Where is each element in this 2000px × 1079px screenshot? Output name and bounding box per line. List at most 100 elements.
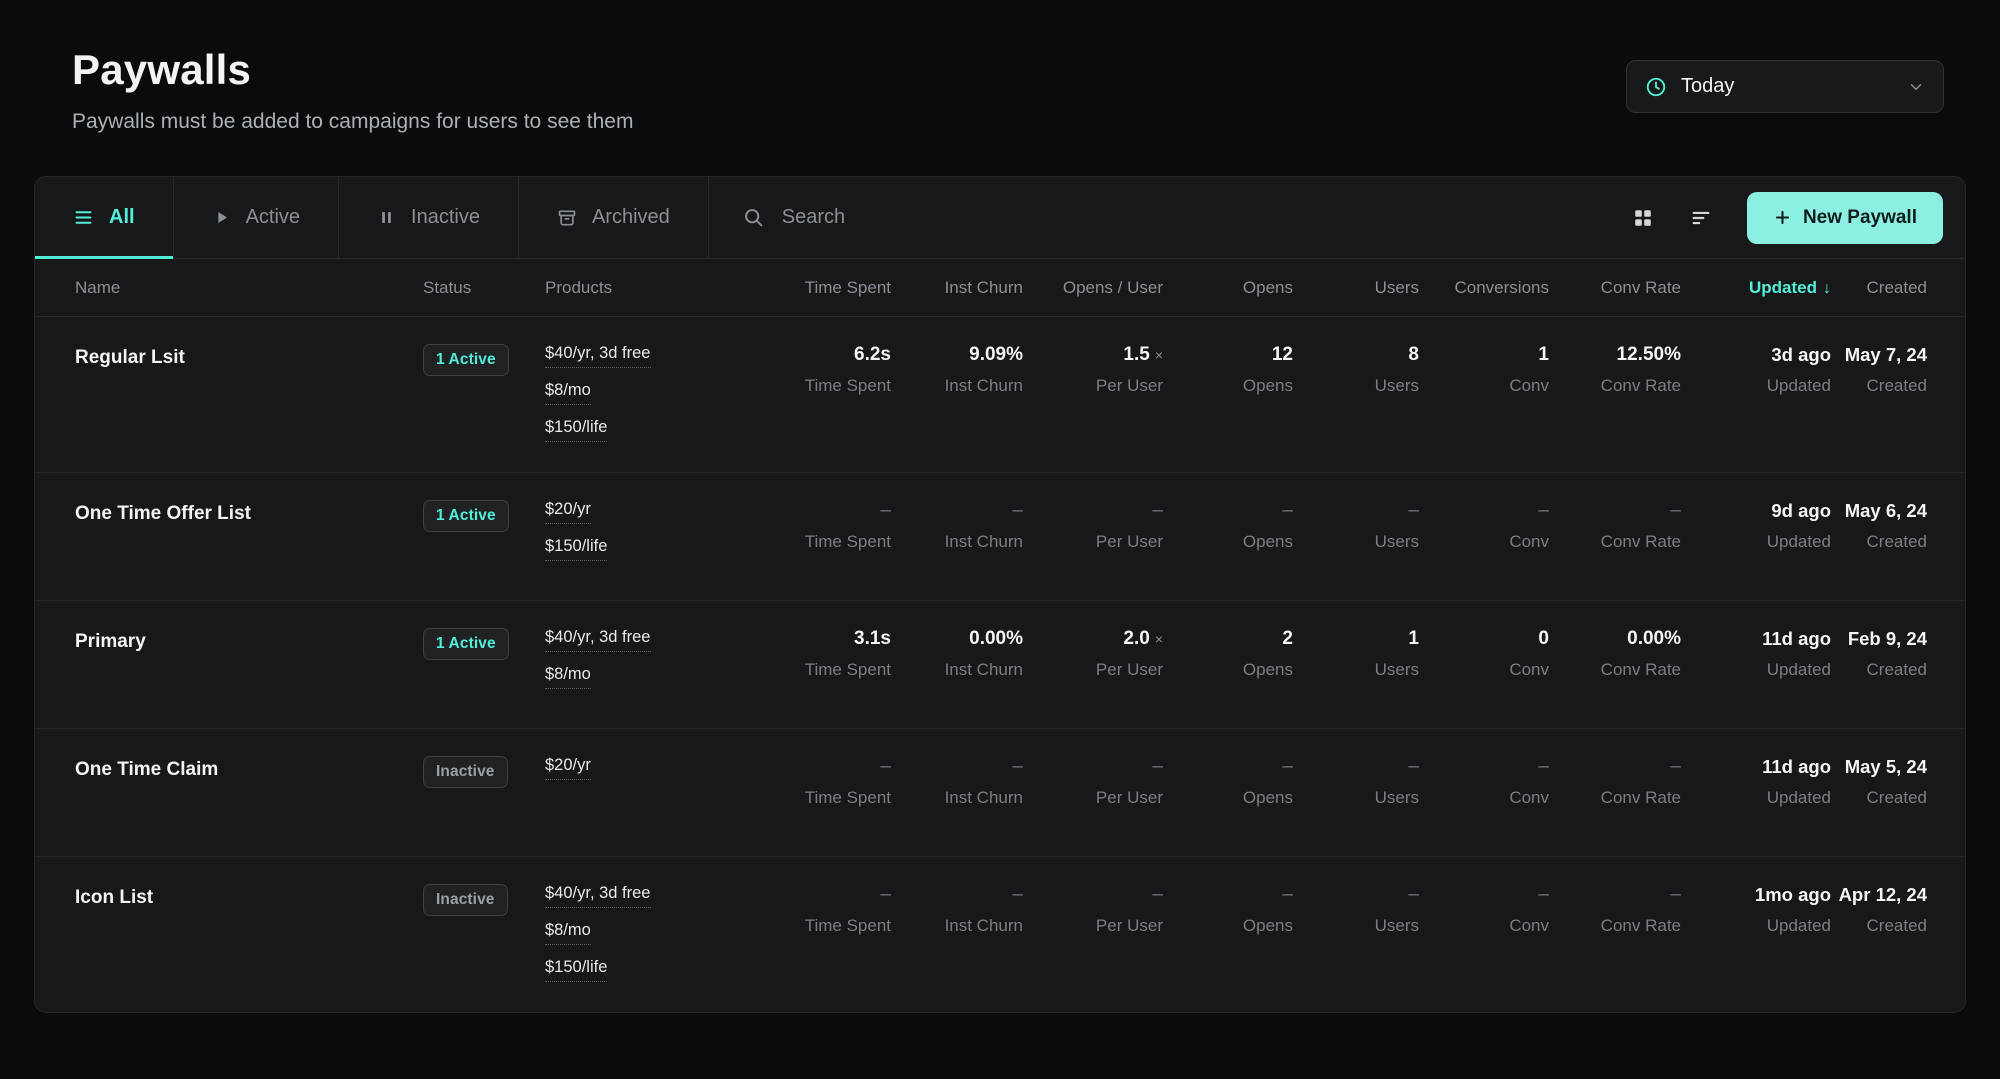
column-header-inst-churn[interactable]: Inst Churn xyxy=(891,278,1023,298)
archive-icon xyxy=(557,208,577,228)
metric-conv: 1Conv xyxy=(1419,344,1549,396)
updated-cell: 1mo agoUpdated xyxy=(1681,884,1831,936)
metric-value: – xyxy=(1549,500,1681,522)
metric-per-user: –Per User xyxy=(1023,756,1163,808)
column-header-created[interactable]: Created xyxy=(1831,278,1927,298)
tab-archived[interactable]: Archived xyxy=(519,177,709,258)
metric-label: Per User xyxy=(1023,376,1163,396)
product-item[interactable]: $40/yr, 3d free xyxy=(545,628,651,652)
column-header-name[interactable]: Name xyxy=(75,278,423,298)
product-item[interactable]: $8/mo xyxy=(545,921,591,945)
search-input[interactable] xyxy=(780,205,1587,230)
clock-icon xyxy=(1645,76,1667,98)
created-value: May 7, 24 xyxy=(1831,344,1927,366)
metric-label: Per User xyxy=(1023,916,1163,936)
metric-value: 6.2s xyxy=(741,344,891,366)
tab-active[interactable]: Active xyxy=(174,177,339,258)
product-item[interactable]: $20/yr xyxy=(545,756,591,780)
new-paywall-label: New Paywall xyxy=(1803,207,1917,229)
grid-view-button[interactable] xyxy=(1621,196,1665,240)
tab-all[interactable]: All xyxy=(35,177,174,258)
search-icon xyxy=(743,207,764,228)
sort-descending-icon: ↓ xyxy=(1823,280,1831,297)
metric-value: 0.00% xyxy=(1549,628,1681,650)
metric-value: – xyxy=(1549,756,1681,778)
metric-value: – xyxy=(891,884,1023,906)
products-cell: $40/yr, 3d free $8/mo $150/life xyxy=(545,344,741,442)
metric-value: 12 xyxy=(1163,344,1293,366)
column-header-opens[interactable]: Opens xyxy=(1163,278,1293,298)
created-label: Created xyxy=(1831,660,1927,680)
new-paywall-button[interactable]: New Paywall xyxy=(1747,192,1943,244)
column-header-time-spent[interactable]: Time Spent xyxy=(741,278,891,298)
plus-icon xyxy=(1773,208,1792,227)
metric-label: Conv Rate xyxy=(1549,532,1681,552)
metric-users: –Users xyxy=(1293,884,1419,936)
metric-conv: –Conv xyxy=(1419,756,1549,808)
column-header-status[interactable]: Status xyxy=(423,278,545,298)
page-heading: Paywalls Paywalls must be added to campa… xyxy=(72,46,633,134)
column-header-products[interactable]: Products xyxy=(545,278,741,298)
column-header-opens-user[interactable]: Opens / User xyxy=(1023,278,1163,298)
updated-label: Updated xyxy=(1681,376,1831,396)
updated-value: 11d ago xyxy=(1681,628,1831,650)
status-badge: Inactive xyxy=(423,884,508,916)
metric-time-spent: 3.1sTime Spent xyxy=(741,628,891,680)
status-cell: 1 Active xyxy=(423,344,545,376)
date-filter-button[interactable]: Today xyxy=(1626,60,1944,113)
metric-users: 8Users xyxy=(1293,344,1419,396)
paywall-name: Regular Lsit xyxy=(75,344,423,369)
created-value: Apr 12, 24 xyxy=(1831,884,1927,906)
metric-label: Users xyxy=(1293,532,1419,552)
created-label: Created xyxy=(1831,916,1927,936)
table-row[interactable]: One Time ClaimInactive$20/yr–Time Spent–… xyxy=(35,729,1965,857)
product-item[interactable]: $8/mo xyxy=(545,381,591,405)
created-cell: Feb 9, 24Created xyxy=(1831,628,1927,680)
multiplier-sign: × xyxy=(1155,631,1163,647)
table-row[interactable]: Regular Lsit1 Active$40/yr, 3d free $8/mo… xyxy=(35,317,1965,473)
column-header-conv-rate[interactable]: Conv Rate xyxy=(1549,278,1681,298)
product-item[interactable]: $40/yr, 3d free xyxy=(545,344,651,368)
product-item[interactable]: $150/life xyxy=(545,418,607,442)
created-label: Created xyxy=(1831,788,1927,808)
tab-bar: All Active Inactive Archived xyxy=(35,177,1965,259)
table-row[interactable]: One Time Offer List1 Active$20/yr$150/li… xyxy=(35,473,1965,601)
created-cell: May 7, 24Created xyxy=(1831,344,1927,396)
metric-conv-rate: –Conv Rate xyxy=(1549,756,1681,808)
product-item[interactable]: $20/yr xyxy=(545,500,591,524)
metric-conv-rate: –Conv Rate xyxy=(1549,884,1681,936)
created-cell: May 6, 24Created xyxy=(1831,500,1927,552)
tab-inactive-label: Inactive xyxy=(411,206,480,229)
table-row[interactable]: Primary1 Active$40/yr, 3d free$8/mo3.1sT… xyxy=(35,601,1965,729)
updated-value: 3d ago xyxy=(1681,344,1831,366)
metric-value: 9.09% xyxy=(891,344,1023,366)
metric-label: Inst Churn xyxy=(891,532,1023,552)
product-item[interactable]: $40/yr, 3d free xyxy=(545,884,651,908)
metric-value: 2.0× xyxy=(1023,628,1163,650)
status-badge: 1 Active xyxy=(423,628,509,660)
column-header-conversions[interactable]: Conversions xyxy=(1419,278,1549,298)
metric-value: 1 xyxy=(1419,344,1549,366)
list-view-button[interactable] xyxy=(1679,196,1723,240)
products-cell: $40/yr, 3d free $8/mo $150/life xyxy=(545,884,741,982)
metric-value: 0.00% xyxy=(891,628,1023,650)
column-header-updated[interactable]: Updated↓ xyxy=(1681,278,1831,298)
metric-conv-rate: 12.50%Conv Rate xyxy=(1549,344,1681,396)
status-cell: 1 Active xyxy=(423,628,545,660)
product-item[interactable]: $150/life xyxy=(545,958,607,982)
metric-label: Conv Rate xyxy=(1549,376,1681,396)
metric-label: Inst Churn xyxy=(891,788,1023,808)
table-row[interactable]: Icon ListInactive$40/yr, 3d free$8/mo$15… xyxy=(35,857,1965,1012)
page-subtitle: Paywalls must be added to campaigns for … xyxy=(72,110,633,134)
updated-cell: 9d agoUpdated xyxy=(1681,500,1831,552)
product-item[interactable]: $8/mo xyxy=(545,665,591,689)
column-header-users[interactable]: Users xyxy=(1293,278,1419,298)
product-item[interactable]: $150/life xyxy=(545,537,607,561)
updated-cell: 3d ago Updated xyxy=(1681,344,1831,396)
metric-inst-churn: –Inst Churn xyxy=(891,756,1023,808)
metric-value: – xyxy=(1419,756,1549,778)
tab-inactive[interactable]: Inactive xyxy=(339,177,519,258)
metric-conv-rate: 0.00%Conv Rate xyxy=(1549,628,1681,680)
metric-label: Users xyxy=(1293,660,1419,680)
metric-label: Inst Churn xyxy=(891,660,1023,680)
